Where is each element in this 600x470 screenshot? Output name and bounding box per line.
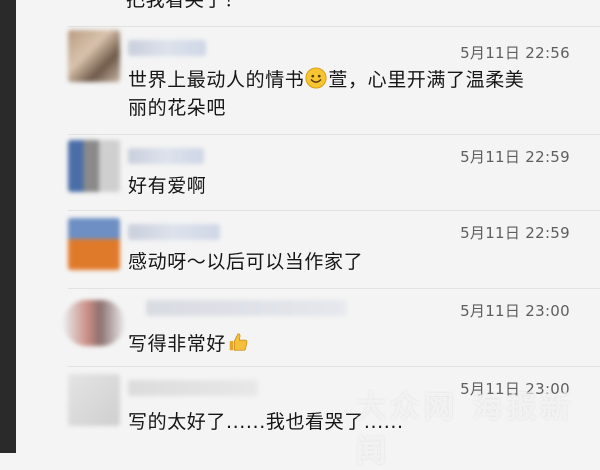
comment-time: 5月11日 22:56 xyxy=(460,44,570,62)
comment-text: 感动呀～以后可以当作家了 xyxy=(128,251,364,273)
comment-feed[interactable]: 把我看哭了！ 5月11日 22:56 世界上最动人的情书 萱，心里开满了温柔美 丽… xyxy=(16,0,600,469)
username-blurred xyxy=(128,40,206,56)
divider xyxy=(68,26,600,27)
left-edge-rail xyxy=(0,0,16,453)
news-watermark: 大众网 海报新闻 xyxy=(356,390,575,469)
comment-text: 把我看哭了！ xyxy=(126,0,244,11)
avatar[interactable] xyxy=(68,140,120,192)
avatar[interactable] xyxy=(64,300,124,346)
avatar[interactable] xyxy=(68,30,120,82)
comment-text-part: 萱，心里开满了温柔美 xyxy=(328,69,525,91)
divider xyxy=(68,210,600,211)
comment-time: 5月11日 22:59 xyxy=(460,148,570,166)
divider xyxy=(68,288,600,289)
comment-text-part: 写得非常好 xyxy=(128,333,227,355)
smiling-face-icon xyxy=(305,67,327,89)
divider xyxy=(68,134,600,135)
comment-text-part: 世界上最动人的情书 xyxy=(128,69,305,91)
avatar[interactable] xyxy=(68,218,120,270)
username-blurred xyxy=(128,380,258,396)
comment-text: 好有爱啊 xyxy=(128,175,207,197)
divider xyxy=(68,366,600,367)
comment-text: 写得非常好 xyxy=(128,330,250,358)
thumbs-up-icon xyxy=(229,333,248,351)
comment-time: 5月11日 23:00 xyxy=(460,302,570,320)
comment-text-part: 丽的花朵吧 xyxy=(128,97,227,119)
comment-time: 5月11日 22:59 xyxy=(460,224,570,242)
username-blurred xyxy=(128,148,204,164)
username-blurred xyxy=(146,300,346,316)
avatar[interactable] xyxy=(68,374,120,426)
comment-text: 世界上最动人的情书 萱，心里开满了温柔美 丽的花朵吧 xyxy=(128,66,524,122)
username-blurred xyxy=(128,224,220,240)
